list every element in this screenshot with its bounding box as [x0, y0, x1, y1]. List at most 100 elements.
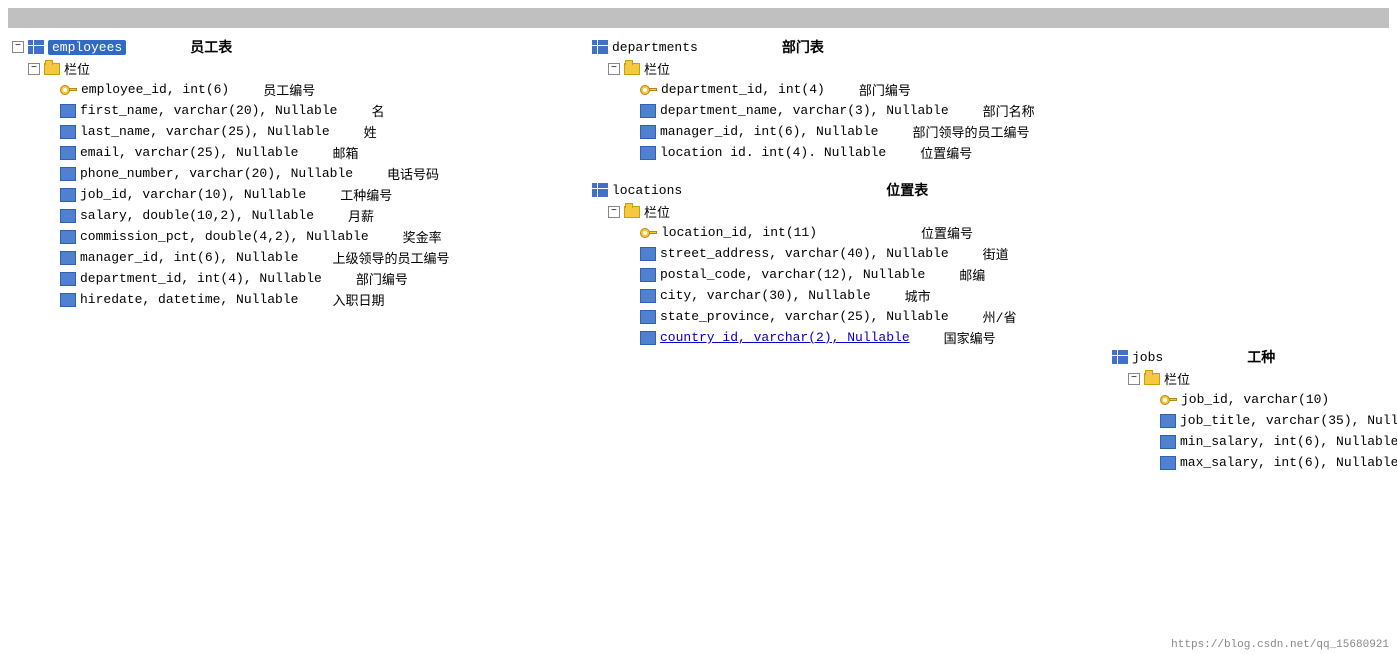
field-def-loc-location_id: location_id, int(11): [661, 225, 817, 240]
col-icon-salary: [60, 209, 76, 223]
field-label-job_id: 工种编号: [340, 185, 392, 204]
field-label-department_id: 部门编号: [356, 269, 408, 288]
field-row-dept-department_id: department_id, int(4) 部门编号: [640, 79, 1072, 100]
field-row-loc-city: city, varchar(30), Nullable 城市: [640, 285, 1072, 306]
expand-icon-employees-cols[interactable]: −: [28, 63, 40, 75]
col-icon-loc-city: [640, 289, 656, 303]
locations-header-row: locations 位置表: [592, 179, 1072, 201]
folder-icon-jobs-cols: [1144, 373, 1160, 385]
employees-title: 员工表: [190, 37, 232, 57]
field-def-job_id: job_id, varchar(10), Nullable: [80, 187, 306, 202]
departments-node[interactable]: departments: [612, 40, 698, 55]
field-label-loc-postal_code: 邮编: [959, 265, 985, 284]
jobs-columns-label: 栏位: [1164, 369, 1190, 388]
employees-node[interactable]: employees: [48, 40, 126, 55]
field-row-job_id: job_id, varchar(10), Nullable 工种编号: [60, 184, 572, 205]
field-def-salary: salary, double(10,2), Nullable: [80, 208, 314, 223]
field-def-first_name: first_name, varchar(20), Nullable: [80, 103, 337, 118]
field-label-dept-manager_id: 部门领导的员工编号: [912, 122, 1029, 141]
locations-title: 位置表: [886, 180, 928, 200]
field-row-dept-location_id: location id. int(4). Nullable 位置编号: [640, 142, 1072, 163]
field-row-salary: salary, double(10,2), Nullable 月薪: [60, 205, 572, 226]
field-label-salary: 月薪: [348, 206, 374, 225]
jobs-columns-row: − 栏位: [1128, 368, 1397, 389]
field-def-email: email, varchar(25), Nullable: [80, 145, 298, 160]
jobs-node[interactable]: jobs: [1132, 350, 1163, 365]
field-row-loc-street_address: street_address, varchar(40), Nullable 街道: [640, 243, 1072, 264]
field-def-loc-postal_code: postal_code, varchar(12), Nullable: [660, 267, 925, 282]
col-icon-job-min_salary: [1160, 435, 1176, 449]
field-label-dept-department_name: 部门名称: [983, 101, 1035, 120]
key-icon-employee_id: [60, 85, 77, 95]
field-row-job-max_salary: max_salary, int(6), Nullable 最高工资: [1160, 452, 1397, 473]
expand-icon-employees[interactable]: −: [12, 41, 24, 53]
field-label-dept-department_id: 部门编号: [859, 80, 911, 99]
field-def-loc-city: city, varchar(30), Nullable: [660, 288, 871, 303]
employees-columns-row: − 栏位: [28, 58, 572, 79]
field-def-job-min_salary: min_salary, int(6), Nullable: [1180, 434, 1397, 449]
field-label-loc-country_id: 国家编号: [944, 328, 996, 347]
col-icon-commission_pct: [60, 230, 76, 244]
field-def-department_id: department_id, int(4), Nullable: [80, 271, 322, 286]
field-def-commission_pct: commission_pct, double(4,2), Nullable: [80, 229, 369, 244]
field-def-employee_id: employee_id, int(6): [81, 82, 229, 97]
field-label-loc-city: 城市: [905, 286, 931, 305]
table-icon-employees: [28, 40, 44, 54]
departments-columns-section: − 栏位 department_id, int(4): [608, 58, 1072, 163]
key-icon-loc-id: [640, 228, 657, 238]
field-label-hiredate: 入职日期: [332, 290, 384, 309]
locations-node[interactable]: locations: [612, 183, 682, 198]
col-icon-loc-street_address: [640, 247, 656, 261]
field-def-hiredate: hiredate, datetime, Nullable: [80, 292, 298, 307]
departments-title: 部门表: [782, 37, 824, 57]
field-row-dept-department_name: department_name, varchar(3), Nullable 部门…: [640, 100, 1072, 121]
locations-section: locations 位置表 − 栏位: [592, 179, 1072, 348]
field-row-email: email, varchar(25), Nullable 邮箱: [60, 142, 572, 163]
content-area: − employees 员工表 − 栏位: [8, 32, 1389, 477]
jobs-section: jobs 工种 − 栏位: [1112, 346, 1397, 473]
employees-columns-label: 栏位: [64, 59, 90, 78]
jobs-fields: job_id, varchar(10) 工种编号 job_title, varc…: [1160, 389, 1397, 473]
departments-fields: department_id, int(4) 部门编号 department_na…: [640, 79, 1072, 163]
expand-icon-jobs-cols[interactable]: −: [1128, 373, 1140, 385]
col-icon-job-job_title: [1160, 414, 1176, 428]
field-label-loc-location_id: 位置编号: [921, 223, 973, 242]
col-icon-job_id: [60, 188, 76, 202]
expand-icon-loc-cols[interactable]: −: [608, 206, 620, 218]
field-def-loc-country_id[interactable]: country_id, varchar(2), Nullable: [660, 330, 910, 345]
field-label-email: 邮箱: [332, 143, 358, 162]
field-label-commission_pct: 奖金率: [403, 227, 442, 246]
departments-columns-label: 栏位: [644, 59, 670, 78]
col-icon-phone_number: [60, 167, 76, 181]
right-top-row: departments 部门表 − 栏位: [592, 36, 1397, 473]
field-row-phone_number: phone_number, varchar(20), Nullable 电话号码: [60, 163, 572, 184]
field-def-loc-state_province: state_province, varchar(25), Nullable: [660, 309, 949, 324]
employees-columns-section: − 栏位 employee_id, int(6) 员工编号: [28, 58, 572, 310]
field-row-department_id: department_id, int(4), Nullable 部门编号: [60, 268, 572, 289]
key-icon-dept-id: [640, 85, 657, 95]
col-icon-last_name: [60, 125, 76, 139]
col-icon-email: [60, 146, 76, 160]
field-row-loc-country_id: country_id, varchar(2), Nullable 国家编号: [640, 327, 1072, 348]
departments-header-row: departments 部门表: [592, 36, 1072, 58]
employees-header-row: − employees 员工表: [12, 36, 572, 58]
field-row-first_name: first_name, varchar(20), Nullable 名: [60, 100, 572, 121]
col-icon-loc-state_province: [640, 310, 656, 324]
field-def-job-max_salary: max_salary, int(6), Nullable: [1180, 455, 1397, 470]
field-def-dept-manager_id: manager_id, int(6), Nullable: [660, 124, 878, 139]
field-row-job-job_title: job_title, varchar(35), Nullable 工种名称: [1160, 410, 1397, 431]
expand-icon-dept-cols[interactable]: −: [608, 63, 620, 75]
field-label-phone_number: 电话号码: [387, 164, 439, 183]
field-row-employee_id: employee_id, int(6) 员工编号: [60, 79, 572, 100]
departments-columns-row: − 栏位: [608, 58, 1072, 79]
field-label-dept-location_id: 位置编号: [920, 143, 972, 162]
field-def-dept-department_id: department_id, int(4): [661, 82, 825, 97]
folder-icon-loc-cols: [624, 206, 640, 218]
col-icon-first_name: [60, 104, 76, 118]
table-icon-locations: [592, 183, 608, 197]
locations-fields: location_id, int(11) 位置编号 street_address…: [640, 222, 1072, 348]
watermark: https://blog.csdn.net/qq_15680921: [1171, 639, 1389, 651]
field-label-loc-street_address: 街道: [983, 244, 1009, 263]
col-icon-loc-postal_code: [640, 268, 656, 282]
top-bar: [8, 8, 1389, 28]
